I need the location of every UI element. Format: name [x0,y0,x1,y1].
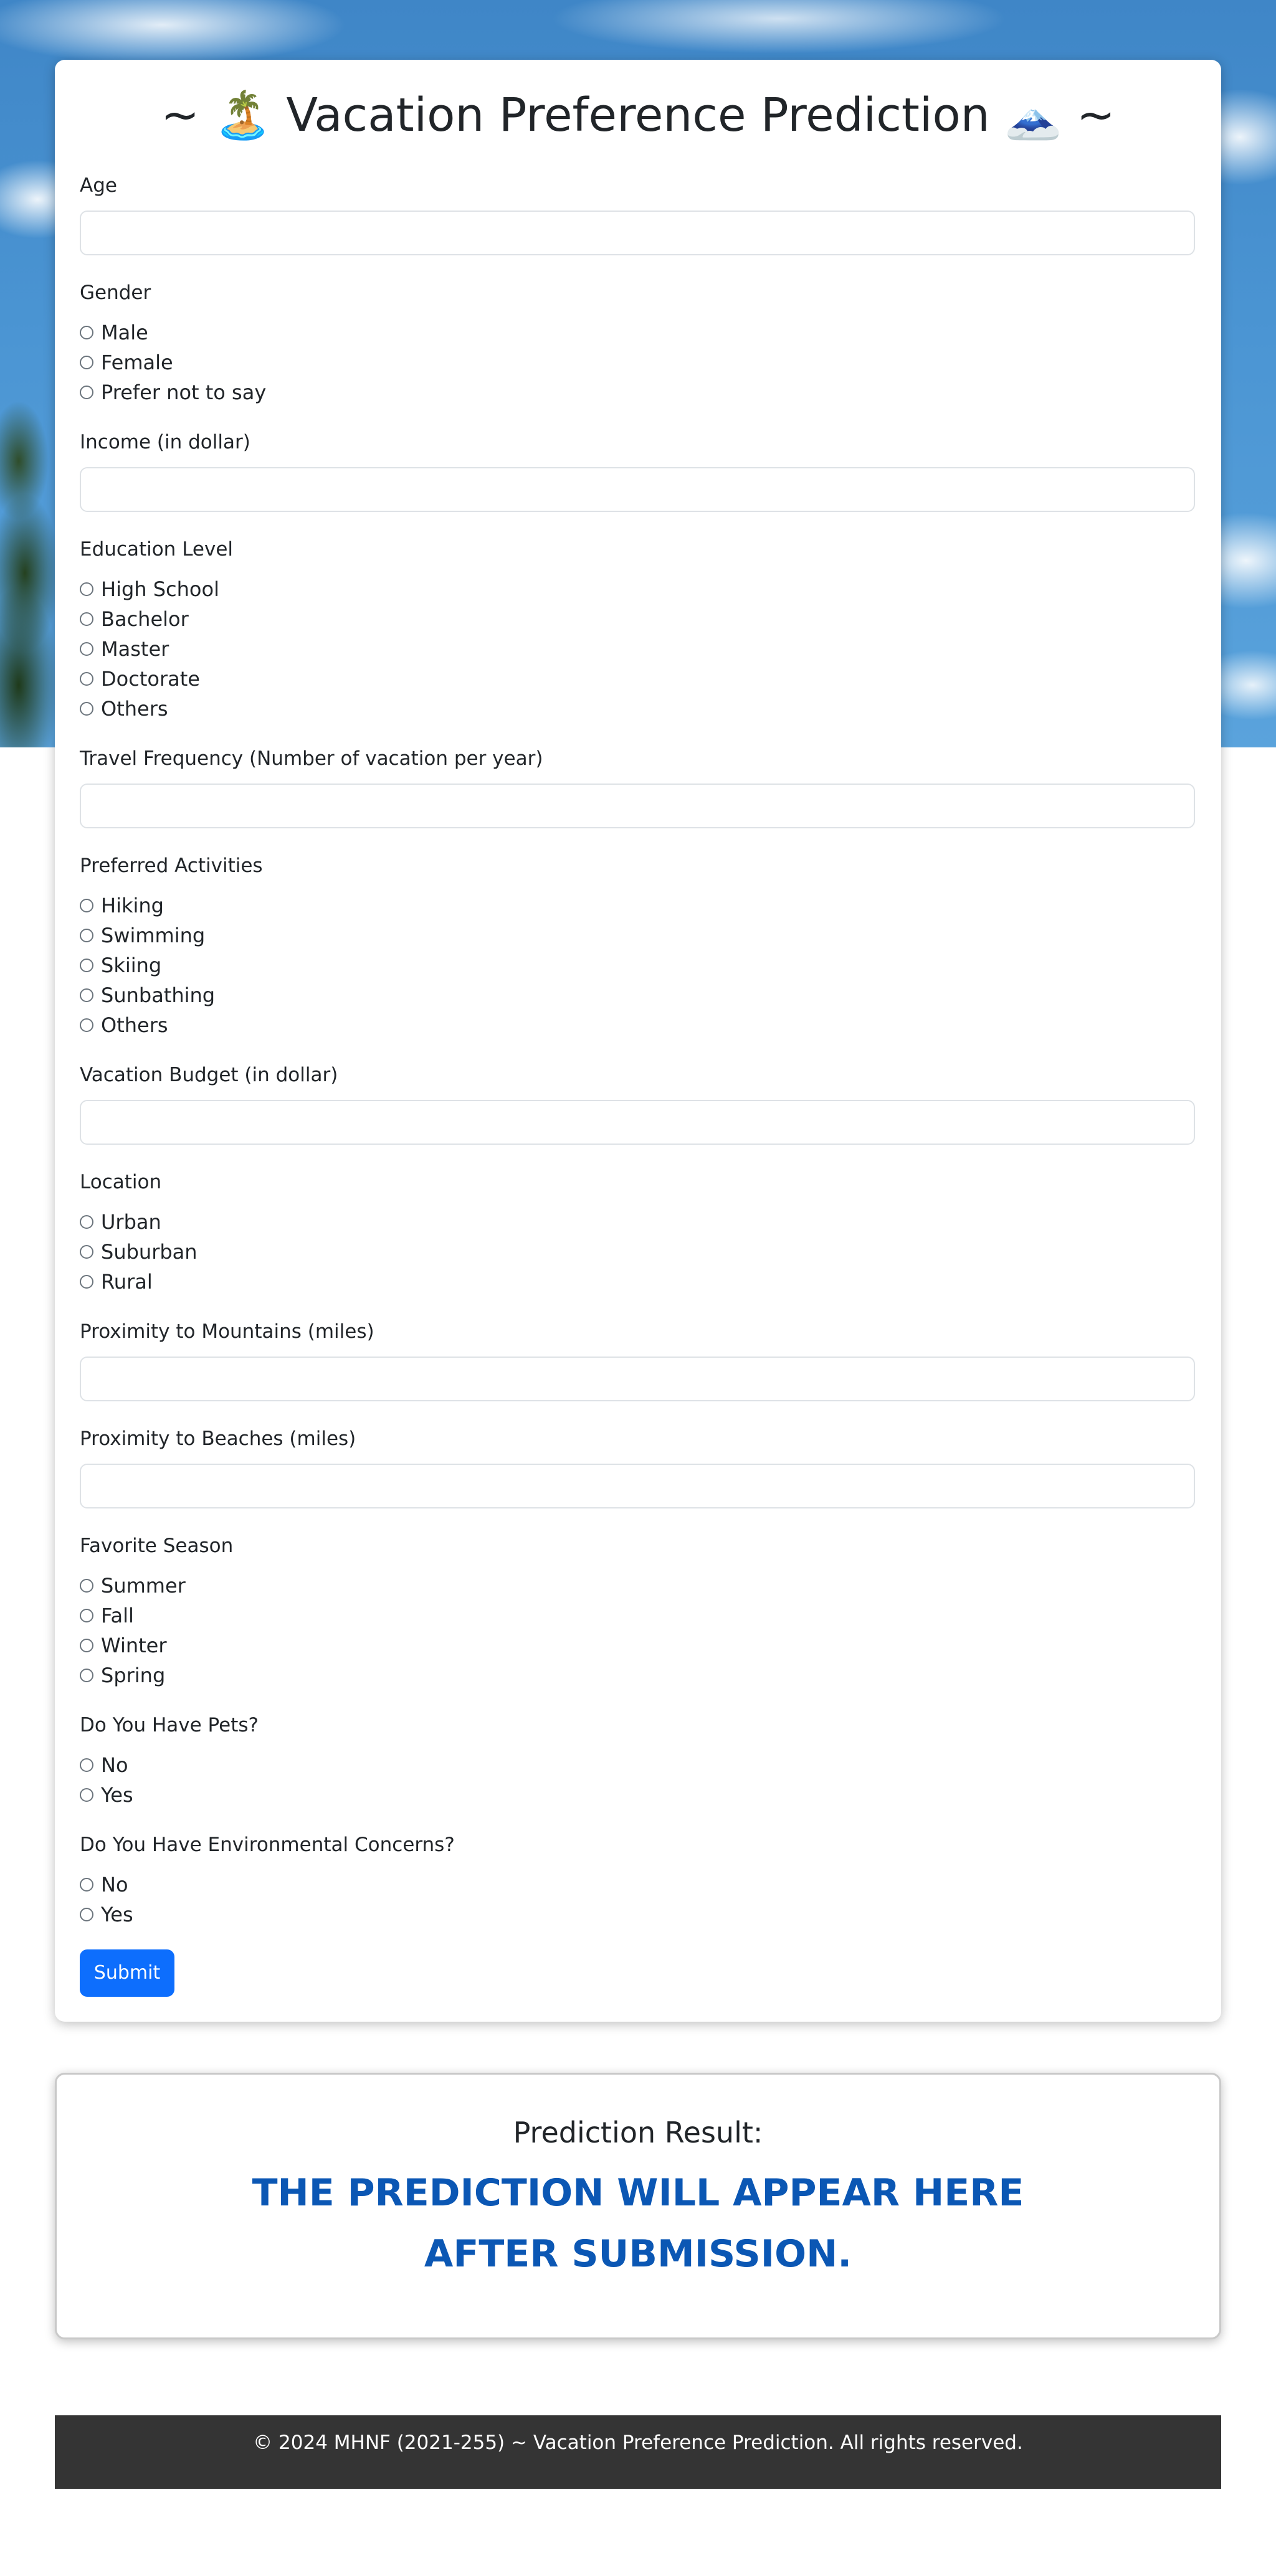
footer-text: © 2024 MHNF (2021-255) ~ Vacation Prefer… [253,2432,1023,2454]
season-radio-spring[interactable]: Spring [80,1662,165,1689]
season-radio-winter[interactable]: Winter [80,1632,167,1659]
activity-radio-sunbathing[interactable]: Sunbathing [80,982,215,1009]
radio-label: Fall [101,1604,134,1627]
radio-label: Female [101,351,173,374]
result-heading: Prediction Result: [513,2116,763,2149]
radio-label: Master [101,637,169,661]
tree-foliage [0,386,56,747]
radio-label: Spring [101,1664,166,1687]
radio-circle[interactable] [80,582,93,596]
radio-circle[interactable] [80,1669,93,1682]
environment-label: Do You Have Environmental Concerns? [80,1834,455,1856]
radio-label: Urban [101,1210,161,1234]
income-input[interactable] [80,467,1195,512]
radio-circle[interactable] [80,959,93,972]
radio-circle[interactable] [80,1639,93,1652]
income-label: Income (in dollar) [80,431,250,453]
pets-radio-yes[interactable]: Yes [80,1781,133,1809]
radio-label: Doctorate [101,667,200,691]
education-label: Education Level [80,538,234,561]
radio-label: Hiking [101,894,164,917]
environment-radio-no[interactable]: No [80,1871,128,1898]
beaches-label: Proximity to Beaches (miles) [80,1428,356,1450]
location-radio-suburban[interactable]: Suburban [80,1238,198,1266]
environment-radio-yes[interactable]: Yes [80,1901,133,1928]
radio-label: Summer [101,1574,186,1598]
gender-radio-female[interactable]: Female [80,349,173,376]
radio-circle[interactable] [80,612,93,626]
radio-circle[interactable] [80,1215,93,1229]
travel-frequency-label: Travel Frequency (Number of vacation per… [80,747,543,770]
radio-circle[interactable] [80,672,93,686]
result-text: THE PREDICTION WILL APPEAR HERE AFTER SU… [252,2171,1024,2276]
radio-label: Others [101,1013,168,1037]
radio-label: No [101,1873,128,1896]
radio-label: Male [101,321,148,344]
radio-circle[interactable] [80,988,93,1002]
radio-circle[interactable] [80,929,93,942]
activities-label: Preferred Activities [80,855,263,877]
mountains-input[interactable] [80,1357,1195,1401]
radio-circle[interactable] [80,1758,93,1772]
travel-frequency-input[interactable] [80,784,1195,828]
mountains-label: Proximity to Mountains (miles) [80,1320,374,1343]
season-radio-fall[interactable]: Fall [80,1602,134,1629]
radio-circle[interactable] [80,1908,93,1921]
location-radio-urban[interactable]: Urban [80,1208,161,1236]
activity-radio-skiing[interactable]: Skiing [80,952,161,979]
season-radio-summer[interactable]: Summer [80,1572,186,1599]
radio-circle[interactable] [80,386,93,399]
radio-circle[interactable] [80,642,93,656]
location-radio-rural[interactable]: Rural [80,1268,153,1295]
radio-circle[interactable] [80,356,93,369]
radio-circle[interactable] [80,1018,93,1032]
radio-label: Winter [101,1634,167,1657]
education-radio-high-school[interactable]: High School [80,575,219,603]
age-label: Age [80,174,117,197]
budget-input[interactable] [80,1100,1195,1145]
activity-radio-hiking[interactable]: Hiking [80,892,164,919]
education-radio-master[interactable]: Master [80,635,169,663]
radio-circle[interactable] [80,1245,93,1259]
budget-label: Vacation Budget (in dollar) [80,1064,338,1086]
radio-label: Yes [101,1903,133,1926]
radio-label: Rural [101,1270,153,1294]
age-input[interactable] [80,211,1195,255]
radio-label: Prefer not to say [101,381,267,404]
radio-label: Bachelor [101,607,189,631]
radio-label: Swimming [101,924,206,947]
radio-circle[interactable] [80,1788,93,1802]
pets-radio-no[interactable]: No [80,1751,128,1779]
page-title: ~ 🏝️ Vacation Preference Prediction 🗻 ~ [161,88,1115,142]
radio-label: Skiing [101,954,162,977]
radio-circle[interactable] [80,899,93,912]
radio-circle[interactable] [80,702,93,716]
submit-button[interactable]: Submit [80,1949,174,1997]
education-radio-doctorate[interactable]: Doctorate [80,665,200,693]
activity-radio-others[interactable]: Others [80,1011,168,1039]
radio-circle[interactable] [80,1579,93,1593]
radio-label: Sunbathing [101,983,216,1007]
radio-label: No [101,1753,128,1777]
location-label: Location [80,1171,162,1193]
education-radio-bachelor[interactable]: Bachelor [80,605,189,633]
radio-label: Others [101,697,168,721]
radio-circle[interactable] [80,326,93,339]
activity-radio-swimming[interactable]: Swimming [80,922,205,949]
pets-label: Do You Have Pets? [80,1714,259,1736]
radio-circle[interactable] [80,1609,93,1622]
gender-radio-male[interactable]: Male [80,319,148,346]
season-label: Favorite Season [80,1535,234,1557]
education-radio-others[interactable]: Others [80,695,168,722]
radio-circle[interactable] [80,1878,93,1892]
radio-label: High School [101,577,219,601]
gender-radio-prefer-not[interactable]: Prefer not to say [80,379,266,406]
radio-label: Suburban [101,1240,198,1264]
radio-label: Yes [101,1783,133,1807]
beaches-input[interactable] [80,1464,1195,1508]
radio-circle[interactable] [80,1275,93,1289]
gender-label: Gender [80,282,151,304]
